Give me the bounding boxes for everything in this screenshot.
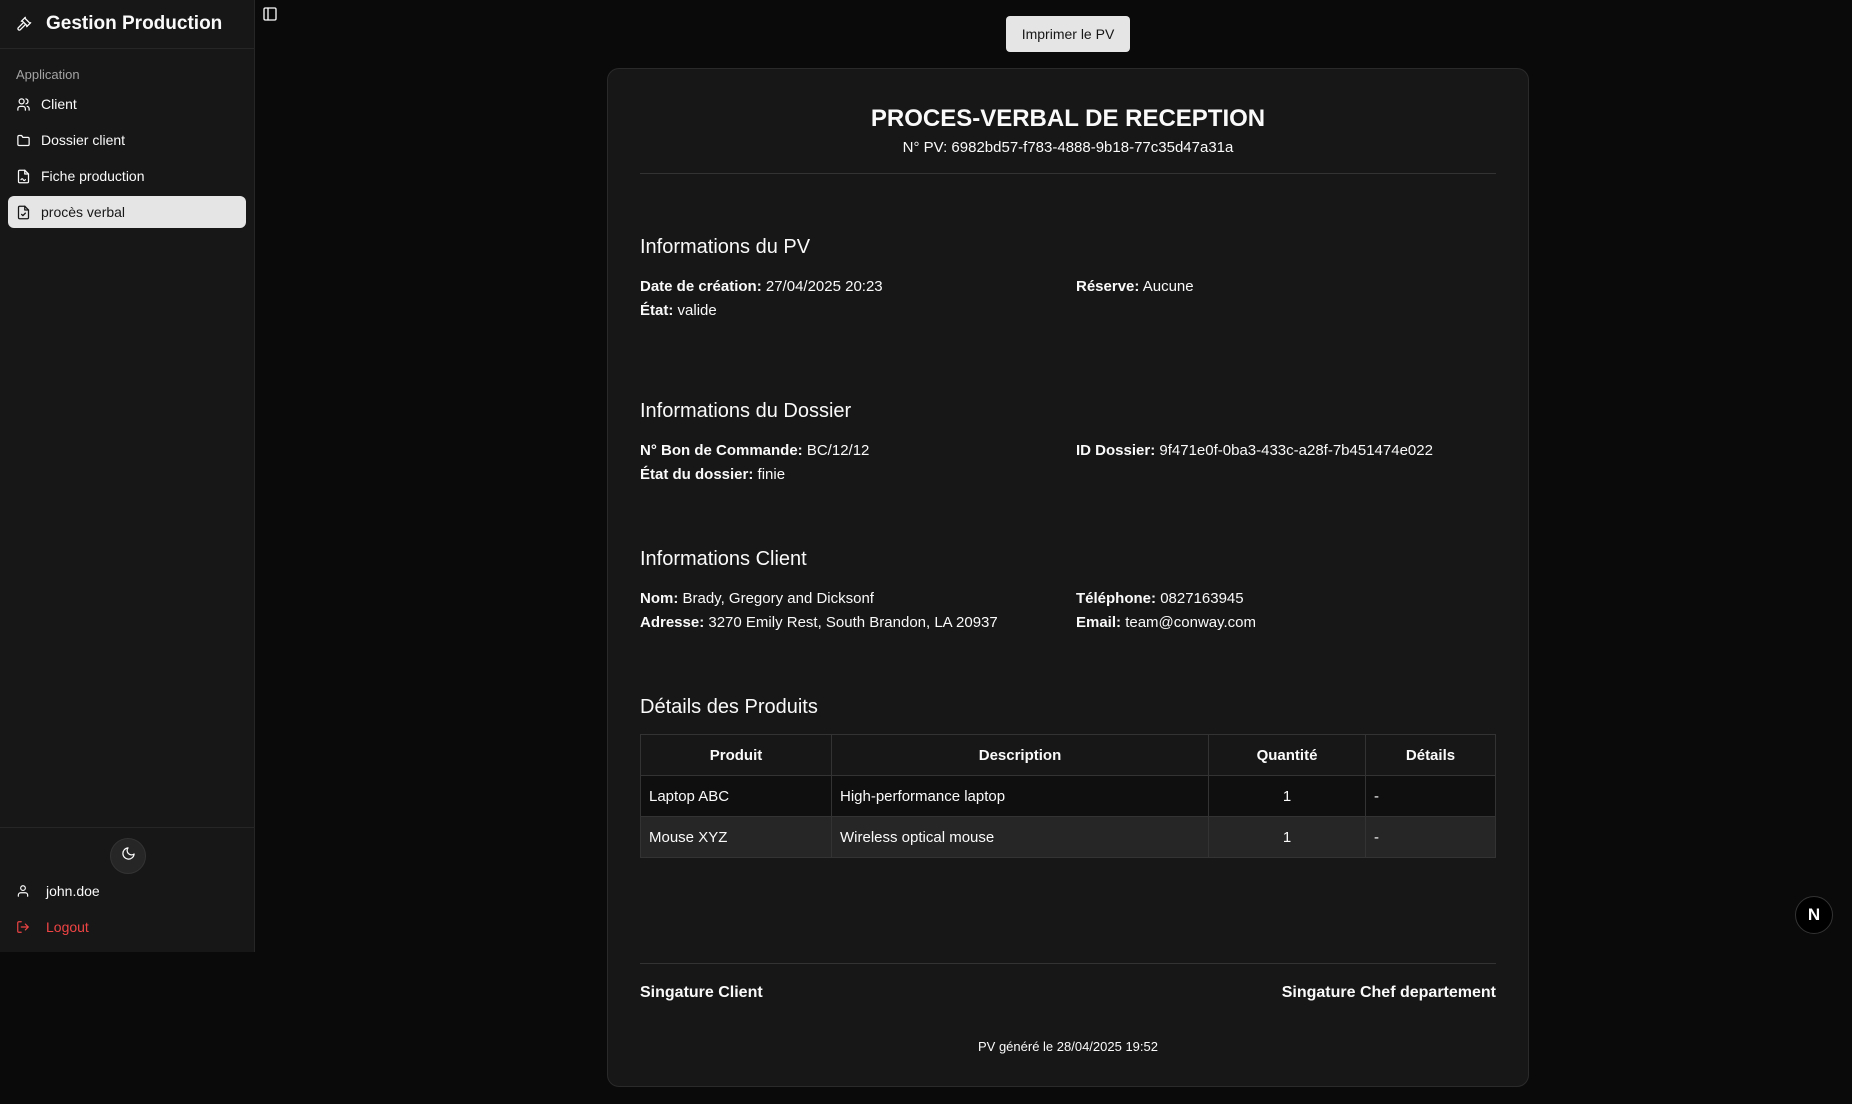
- gavel-icon: [16, 16, 32, 32]
- table-cell: Laptop ABC: [640, 775, 832, 817]
- sidebar-item-client[interactable]: Client: [8, 88, 246, 120]
- field-value: Brady, Gregory and Dicksonf: [682, 590, 874, 607]
- panel-left-icon: [262, 6, 278, 22]
- table-cell: -: [1365, 775, 1496, 817]
- field-value: BC/12/12: [806, 442, 870, 459]
- logout-label: Logout: [46, 919, 89, 935]
- print-button[interactable]: Imprimer le PV: [1006, 16, 1130, 52]
- table-row: Laptop ABC High-performance laptop 1 -: [640, 775, 1496, 817]
- nextjs-badge[interactable]: N: [1795, 896, 1833, 934]
- table-cell: 1: [1208, 816, 1366, 858]
- field-order-number: N° Bon de Commande: BC/12/12: [640, 442, 869, 459]
- table-cell: -: [1365, 816, 1496, 858]
- field-label: Nom:: [640, 590, 679, 607]
- column-header: Produit: [640, 734, 832, 776]
- section-title-pv: Informations du PV: [640, 236, 811, 258]
- column-header: Quantité: [1208, 734, 1366, 776]
- field-value: 9f471e0f-0ba3-433c-a28f-7b451474e022: [1159, 442, 1433, 459]
- field-value: valide: [677, 302, 717, 319]
- username: john.doe: [46, 883, 100, 899]
- field-client-name: Nom: Brady, Gregory and Dicksonf: [640, 590, 874, 607]
- field-client-address: Adresse: 3270 Emily Rest, South Brandon,…: [640, 614, 998, 631]
- field-value: finie: [757, 466, 786, 483]
- field-value: 27/04/2025 20:23: [765, 278, 883, 295]
- field-value: 0827163945: [1160, 590, 1244, 607]
- moon-icon: [121, 846, 136, 866]
- field-dossier-id: ID Dossier: 9f471e0f-0ba3-433c-a28f-7b45…: [1076, 442, 1433, 459]
- sidebar-item-label: procès verbal: [41, 204, 126, 220]
- sidebar-toggle-button[interactable]: [262, 6, 278, 22]
- field-client-phone: Téléphone: 0827163945: [1076, 590, 1244, 607]
- field-label: Date de création:: [640, 278, 762, 295]
- field-reserve: Réserve: Aucune: [1076, 278, 1194, 295]
- sidebar-brand[interactable]: Gestion Production: [0, 0, 254, 49]
- field-label: Téléphone:: [1076, 590, 1157, 607]
- section-title-dossier: Informations du Dossier: [640, 400, 852, 422]
- divider: [640, 963, 1496, 964]
- users-icon: [16, 97, 31, 112]
- file-check-icon: [16, 205, 31, 220]
- app-title: Gestion Production: [46, 13, 223, 34]
- field-value: Aucune: [1142, 278, 1194, 295]
- pv-number: N° PV: 6982bd57-f783-4888-9b18-77c35d47a…: [902, 139, 1234, 156]
- table-cell: 1: [1208, 775, 1366, 817]
- sidebar-item-dossier-client[interactable]: Dossier client: [8, 124, 246, 156]
- theme-toggle-button[interactable]: [110, 838, 146, 874]
- sidebar-item-label: Dossier client: [41, 132, 126, 148]
- field-label: Réserve:: [1076, 278, 1140, 295]
- signature-chef: Singature Chef departement: [1281, 984, 1496, 1001]
- field-dossier-state: État du dossier: finie: [640, 466, 785, 483]
- field-creation-date: Date de création: 27/04/2025 20:23: [640, 278, 883, 295]
- field-label: ID Dossier:: [1076, 442, 1156, 459]
- sidebar-item-fiche-production[interactable]: Fiche production: [8, 160, 246, 192]
- column-header: Description: [831, 734, 1209, 776]
- products-table: Produit Description Quantité Détails Lap…: [640, 734, 1496, 858]
- file-signature-icon: [16, 169, 31, 184]
- field-client-email: Email: team@conway.com: [1076, 614, 1256, 631]
- sidebar-nav: Client Dossier client Fiche production p…: [0, 88, 254, 228]
- field-label: Email:: [1076, 614, 1122, 631]
- folder-icon: [16, 133, 31, 148]
- divider: [640, 173, 1496, 174]
- generated-date: PV généré le 28/04/2025 19:52: [978, 1039, 1158, 1054]
- logout-button[interactable]: Logout: [16, 919, 89, 935]
- table-cell: Wireless optical mouse: [831, 816, 1209, 858]
- sidebar-item-label: Client: [41, 96, 77, 112]
- sidebar: Gestion Production Application Client Do…: [0, 0, 255, 952]
- section-title-products: Détails des Produits: [640, 696, 818, 718]
- user-icon: [16, 884, 30, 898]
- doc-title: PROCES-VERBAL DE RECEPTION: [870, 105, 1266, 132]
- field-state: État: valide: [640, 302, 717, 319]
- section-title-client: Informations Client: [640, 548, 807, 570]
- field-label: N° Bon de Commande:: [640, 442, 803, 459]
- field-label: Adresse:: [640, 614, 705, 631]
- field-label: État:: [640, 302, 674, 319]
- user-menu[interactable]: john.doe: [16, 883, 100, 899]
- logout-icon: [16, 920, 30, 934]
- sidebar-item-proces-verbal[interactable]: procès verbal: [8, 196, 246, 228]
- table-cell: Mouse XYZ: [640, 816, 832, 858]
- column-header: Détails: [1365, 734, 1496, 776]
- sidebar-item-label: Fiche production: [41, 168, 145, 184]
- table-header-row: Produit Description Quantité Détails: [640, 734, 1496, 776]
- pv-document: PROCES-VERBAL DE RECEPTION N° PV: 6982bd…: [607, 68, 1529, 1087]
- signature-client: Singature Client: [640, 984, 763, 1001]
- sidebar-footer: john.doe Logout: [0, 827, 254, 952]
- sidebar-group-label: Application: [16, 67, 80, 82]
- field-label: État du dossier:: [640, 466, 754, 483]
- field-value: team@conway.com: [1125, 614, 1257, 631]
- table-row: Mouse XYZ Wireless optical mouse 1 -: [640, 816, 1496, 858]
- table-cell: High-performance laptop: [831, 775, 1209, 817]
- field-value: 3270 Emily Rest, South Brandon, LA 20937: [708, 614, 998, 631]
